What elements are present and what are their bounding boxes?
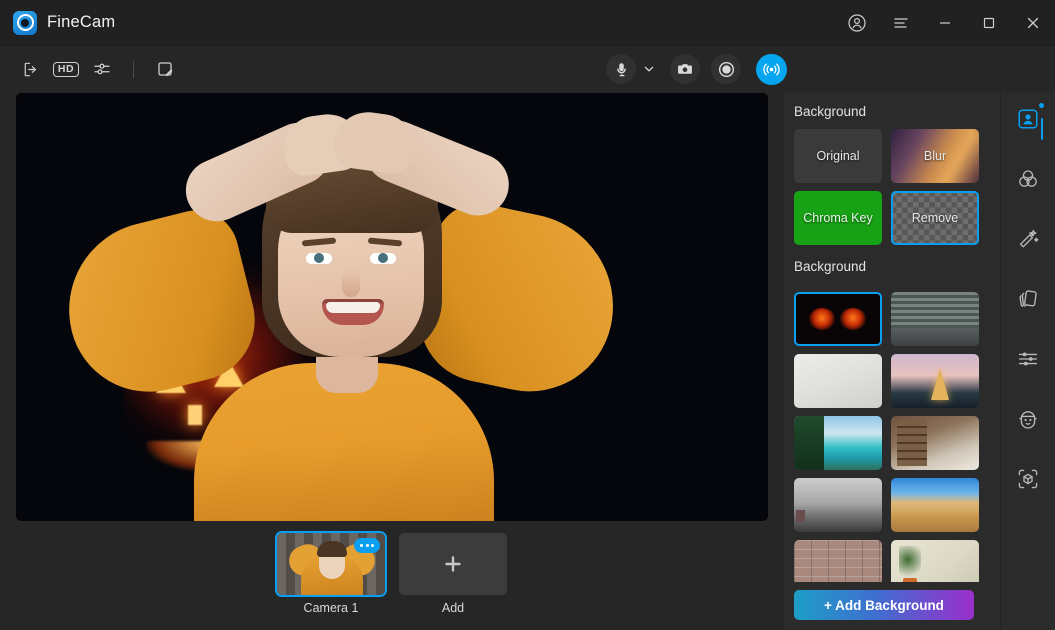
bg-white-textured-wall[interactable] — [794, 354, 882, 408]
mode-chroma-key-button[interactable]: Chroma Key — [794, 191, 882, 245]
sidebar-item-background[interactable] — [1011, 102, 1045, 136]
finecam-window: FineCam — [0, 0, 1055, 630]
app-body: Camera 1 Add Background Original — [0, 92, 1055, 630]
whiteboard-icon[interactable] — [149, 54, 181, 84]
bg-brick-wall[interactable] — [794, 540, 882, 582]
camera-thumbnail-1[interactable] — [277, 533, 385, 595]
background-panel: Background Original Blur Chroma Key Remo… — [784, 92, 1000, 630]
background-modes-grid: Original Blur Chroma Key Remove — [794, 129, 1000, 245]
maximize-icon[interactable] — [967, 0, 1011, 46]
sidebar-item-filters[interactable] — [1011, 162, 1045, 196]
background-gallery-scroll[interactable] — [794, 292, 1000, 582]
background-badge-dot — [1039, 103, 1044, 108]
preview-canvas — [16, 93, 768, 521]
camera-preview[interactable] — [16, 93, 768, 521]
account-icon[interactable] — [835, 0, 879, 46]
hd-badge[interactable]: HD — [50, 54, 82, 84]
menu-icon[interactable] — [879, 0, 923, 46]
bg-halloween-pumpkins[interactable] — [794, 292, 882, 346]
export-icon[interactable] — [14, 54, 46, 84]
add-camera-cell: Add — [399, 533, 507, 615]
mode-remove-label: Remove — [912, 211, 959, 225]
stage: Camera 1 Add — [0, 92, 784, 630]
camera-strip: Camera 1 Add — [16, 521, 768, 621]
mode-original-label: Original — [816, 149, 859, 163]
background-gallery-grid — [794, 292, 1000, 582]
bg-desert-dunes[interactable] — [891, 478, 979, 532]
record-icon[interactable] — [711, 54, 741, 84]
sidebar-item-templates[interactable] — [1011, 282, 1045, 316]
background-gallery-title: Background — [794, 259, 1000, 274]
mic-group — [606, 54, 660, 84]
camera-more-options-icon[interactable] — [354, 538, 380, 553]
live-broadcast-icon[interactable] — [756, 54, 787, 85]
mode-blur-label: Blur — [924, 149, 946, 163]
adjust-sliders-icon[interactable] — [86, 54, 118, 84]
window-controls — [835, 0, 1055, 45]
snapshot-camera-icon[interactable] — [670, 54, 700, 84]
person-subject — [16, 93, 768, 521]
camera-cell: Camera 1 — [277, 533, 385, 615]
bg-office-desk-blinds[interactable] — [891, 292, 979, 346]
background-modes-title: Background — [794, 104, 1000, 119]
bg-library-lounge[interactable] — [891, 416, 979, 470]
mode-remove-button[interactable]: Remove — [891, 191, 979, 245]
tool-rail — [1000, 92, 1055, 630]
mode-original-button[interactable]: Original — [794, 129, 882, 183]
toolbar-left-group: HD — [0, 54, 181, 84]
sidebar-item-adjustments[interactable] — [1011, 342, 1045, 376]
sidebar-item-effects[interactable] — [1011, 222, 1045, 256]
toolbar-divider — [133, 61, 134, 78]
app-title: FineCam — [47, 13, 115, 32]
camera-label: Camera 1 — [304, 601, 359, 615]
bg-coworking-space[interactable] — [794, 478, 882, 532]
title-bar: FineCam — [0, 0, 1055, 46]
add-background-button[interactable]: + Add Background — [794, 590, 974, 620]
microphone-icon[interactable] — [606, 54, 636, 84]
close-icon[interactable] — [1011, 0, 1055, 46]
bg-eiffel-tower-dusk[interactable] — [891, 354, 979, 408]
teeth — [326, 302, 380, 313]
mode-chroma-key-label: Chroma Key — [803, 211, 872, 225]
sidebar-item-ar[interactable] — [1011, 462, 1045, 496]
plus-icon — [438, 549, 468, 579]
chevron-down-icon[interactable] — [638, 54, 660, 84]
brand: FineCam — [0, 11, 115, 35]
add-camera-button[interactable] — [399, 533, 507, 595]
bg-turquoise-lake-mountains[interactable] — [794, 416, 882, 470]
sidebar-item-avatar[interactable] — [1011, 402, 1045, 436]
nose — [342, 269, 360, 297]
minimize-icon[interactable] — [923, 0, 967, 46]
add-camera-label: Add — [442, 601, 464, 615]
active-indicator — [1041, 118, 1044, 140]
bg-plant-cream-wall[interactable] — [891, 540, 979, 582]
main-toolbar: HD — [0, 46, 1055, 92]
sleeve-left — [50, 201, 267, 408]
pupil-left — [314, 253, 324, 263]
finecam-logo-icon — [13, 11, 37, 35]
mode-blur-button[interactable]: Blur — [891, 129, 979, 183]
pupil-right — [378, 253, 388, 263]
